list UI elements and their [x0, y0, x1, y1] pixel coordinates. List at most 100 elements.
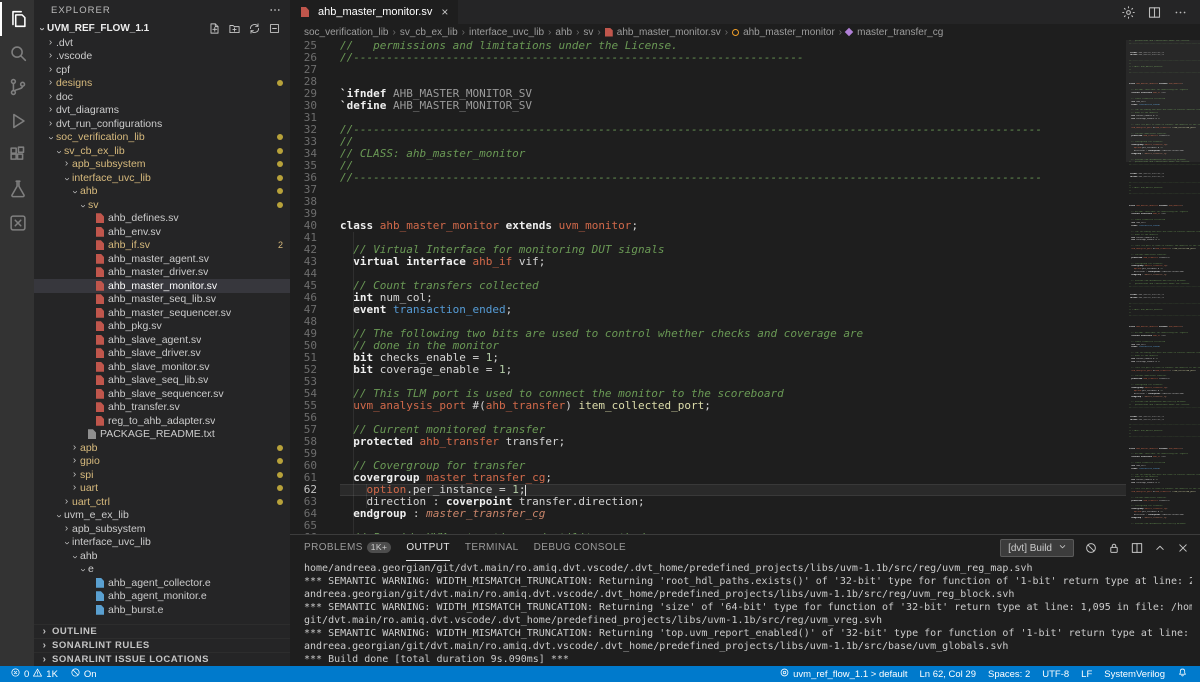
lock-scroll-icon[interactable] [1107, 541, 1121, 555]
tree-folder-uart[interactable]: ›uart [34, 482, 290, 496]
tree-folder-gpio[interactable]: ›gpio [34, 455, 290, 469]
close-panel-icon[interactable] [1176, 541, 1190, 555]
breadcrumb-item[interactable]: ahb_master_monitor.sv [605, 27, 721, 38]
breadcrumb-item[interactable]: soc_verification_lib [304, 27, 389, 38]
tree-folder-interface_uvc_lib[interactable]: ›interface_uvc_lib [34, 171, 290, 185]
section-outline[interactable]: ›OUTLINE [34, 624, 290, 638]
tree-folder-cpf[interactable]: ›cpf [34, 63, 290, 77]
output-log[interactable]: home/andreea.georgian/git/dvt.main/ro.am… [290, 561, 1200, 666]
tree-folder-.vscode[interactable]: ›.vscode [34, 50, 290, 64]
extensions-icon[interactable] [0, 138, 34, 172]
sonarlint-status[interactable]: On [64, 666, 103, 682]
minimap[interactable]: // permissions and limitations under the… [1126, 40, 1200, 534]
more-actions-icon[interactable] [268, 3, 282, 17]
new-file-icon[interactable] [208, 22, 221, 35]
tree-folder-uart_ctrl[interactable]: ›uart_ctrl [34, 495, 290, 509]
tree-file-ahb_master_sequencer.sv[interactable]: ahb_master_sequencer.sv [34, 306, 290, 320]
split-panel-icon[interactable] [1130, 541, 1144, 555]
clear-output-icon[interactable] [1084, 541, 1098, 555]
settings-gear-icon[interactable] [1121, 5, 1136, 20]
dvt-tools-icon[interactable] [0, 206, 34, 240]
tree-folder-uvm_e_ex_lib[interactable]: ›uvm_e_ex_lib [34, 509, 290, 523]
tree-file-ahb_transfer.sv[interactable]: ahb_transfer.sv [34, 401, 290, 415]
tree-file-ahb_slave_monitor.sv[interactable]: ahb_slave_monitor.sv [34, 360, 290, 374]
panel-tab-terminal[interactable]: TERMINAL [465, 535, 519, 561]
close-icon[interactable]: × [441, 5, 448, 19]
problems-status[interactable]: 01K [4, 666, 64, 682]
explorer-icon[interactable] [0, 2, 34, 36]
tree-file-reg_to_ahb_adapter.sv[interactable]: reg_to_ahb_adapter.sv [34, 414, 290, 428]
tree-folder-ahb[interactable]: ›ahb [34, 185, 290, 199]
encoding-status[interactable]: UTF-8 [1036, 666, 1075, 682]
refresh-explorer-icon[interactable] [248, 22, 261, 35]
tree-item-label: ahb_master_monitor.sv [108, 280, 217, 292]
tree-folder-interface_uvc_lib[interactable]: ›interface_uvc_lib [34, 536, 290, 550]
cursor-position-status[interactable]: Ln 62, Col 29 [913, 666, 982, 682]
tree-folder-e[interactable]: ›e [34, 563, 290, 577]
tree-file-ahb_master_seq_lib.sv[interactable]: ahb_master_seq_lib.sv [34, 293, 290, 307]
tree-file-ahb_if.sv[interactable]: ahb_if.sv2 [34, 239, 290, 253]
tree-file-ahb_slave_sequencer.sv[interactable]: ahb_slave_sequencer.sv [34, 387, 290, 401]
editor-gutter[interactable]: 2526272829303132333435363738394041424344… [290, 40, 330, 534]
minimap-slider[interactable] [1126, 40, 1200, 162]
tree-folder-ahb[interactable]: ›ahb [34, 549, 290, 563]
build-config-status[interactable]: uvm_ref_flow_1.1 > default [773, 666, 913, 682]
breadcrumb-item[interactable]: master_transfer_cg [846, 27, 943, 38]
panel-tab-problems[interactable]: PROBLEMS1K+ [304, 535, 391, 561]
split-editor-icon[interactable] [1147, 5, 1162, 20]
more-actions-icon[interactable] [1173, 5, 1188, 20]
breadcrumb-item[interactable]: interface_uvc_lib [469, 27, 544, 38]
test-beaker-icon[interactable] [0, 172, 34, 206]
search-icon[interactable] [0, 36, 34, 70]
tree-file-ahb_agent_collector.e[interactable]: ahb_agent_collector.e [34, 576, 290, 590]
tree-folder-designs[interactable]: ›designs [34, 77, 290, 91]
tree-file-ahb_env.sv[interactable]: ahb_env.sv [34, 225, 290, 239]
tree-folder-apb[interactable]: ›apb [34, 441, 290, 455]
tree-file-ahb_master_driver.sv[interactable]: ahb_master_driver.sv [34, 266, 290, 280]
tab-ahb-master-monitor[interactable]: ahb_master_monitor.sv × [290, 0, 458, 24]
collapse-folders-icon[interactable] [268, 22, 281, 35]
source-control-icon[interactable] [0, 70, 34, 104]
tree-file-ahb_defines.sv[interactable]: ahb_defines.sv [34, 212, 290, 226]
minimap-line: uvm_analysis_port #(ahb_transfer) item_c… [1129, 370, 1200, 373]
output-channel-select[interactable]: [dvt] Build [1000, 539, 1074, 557]
tree-folder-sv[interactable]: ›sv [34, 198, 290, 212]
modified-dot-badge [277, 134, 283, 140]
tree-folder-soc_verification_lib[interactable]: ›soc_verification_lib [34, 131, 290, 145]
breadcrumb-item[interactable]: sv_cb_ex_lib [400, 27, 458, 38]
tree-folder-apb_subsystem[interactable]: ›apb_subsystem [34, 158, 290, 172]
run-debug-icon[interactable] [0, 104, 34, 138]
tree-folder-dvt_diagrams[interactable]: ›dvt_diagrams [34, 104, 290, 118]
indentation-status[interactable]: Spaces: 2 [982, 666, 1036, 682]
tree-folder-doc[interactable]: ›doc [34, 90, 290, 104]
tree-item-label: apb_subsystem [72, 158, 146, 170]
breadcrumb-item[interactable]: sv [583, 27, 593, 38]
tree-folder-sv_cb_ex_lib[interactable]: ›sv_cb_ex_lib [34, 144, 290, 158]
new-folder-icon[interactable] [228, 22, 241, 35]
breadcrumb-item[interactable]: ahb [555, 27, 572, 38]
tree-folder-apb_subsystem[interactable]: ›apb_subsystem [34, 522, 290, 536]
tree-file-PACKAGE_README.txt[interactable]: PACKAGE_README.txt [34, 428, 290, 442]
eol-status[interactable]: LF [1075, 666, 1098, 682]
project-root-folder[interactable]: › UVM_REF_FLOW_1.1 [34, 20, 290, 36]
panel-tab-output[interactable]: OUTPUT [406, 535, 450, 561]
notifications-status[interactable] [1171, 666, 1194, 682]
breadcrumb-item[interactable]: ahb_master_monitor [732, 27, 835, 38]
maximize-panel-icon[interactable] [1153, 541, 1167, 555]
tree-file-ahb_slave_seq_lib.sv[interactable]: ahb_slave_seq_lib.sv [34, 374, 290, 388]
code-editor[interactable]: // permissions and limitations under the… [330, 40, 1126, 534]
tree-folder-.dvt[interactable]: ›.dvt [34, 36, 290, 50]
tree-file-ahb_master_monitor.sv[interactable]: ahb_master_monitor.sv [34, 279, 290, 293]
tree-folder-spi[interactable]: ›spi [34, 468, 290, 482]
tree-file-ahb_slave_driver.sv[interactable]: ahb_slave_driver.sv [34, 347, 290, 361]
tree-file-ahb_master_agent.sv[interactable]: ahb_master_agent.sv [34, 252, 290, 266]
tree-file-ahb_agent_monitor.e[interactable]: ahb_agent_monitor.e [34, 590, 290, 604]
tree-file-ahb_burst.e[interactable]: ahb_burst.e [34, 603, 290, 617]
tree-file-ahb_slave_agent.sv[interactable]: ahb_slave_agent.sv [34, 333, 290, 347]
language-status[interactable]: SystemVerilog [1098, 666, 1171, 682]
section-sonarlint-rules[interactable]: ›SONARLINT RULES [34, 638, 290, 652]
tree-file-ahb_pkg.sv[interactable]: ahb_pkg.sv [34, 320, 290, 334]
tree-folder-dvt_run_configurations[interactable]: ›dvt_run_configurations [34, 117, 290, 131]
panel-tab-debug-console[interactable]: DEBUG CONSOLE [534, 535, 626, 561]
section-sonarlint-issue-locations[interactable]: ›SONARLINT ISSUE LOCATIONS [34, 652, 290, 666]
